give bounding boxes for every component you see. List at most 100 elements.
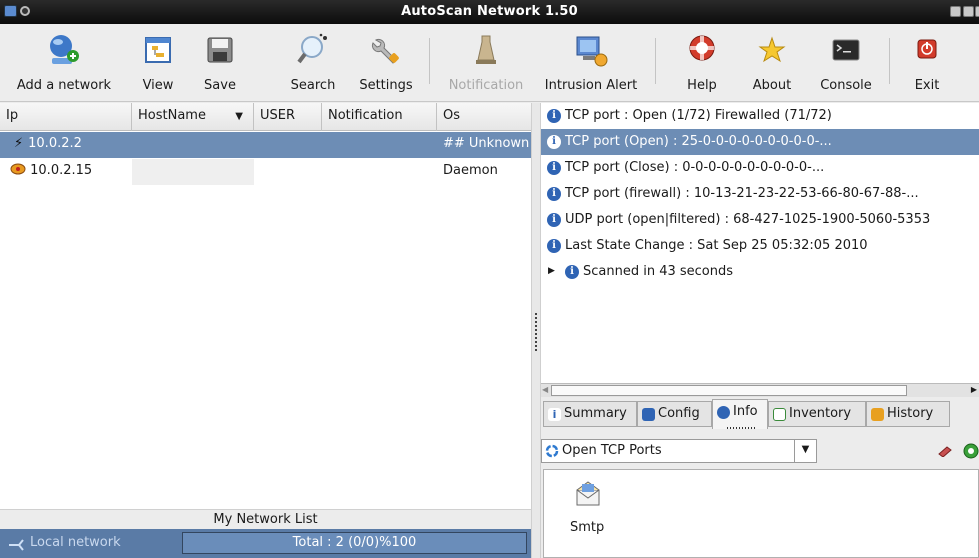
title-bar: AutoScan Network 1.50: [0, 0, 979, 24]
toolbar-separator: [889, 38, 890, 84]
daemon-icon: [10, 163, 26, 175]
focus-indicator: [727, 427, 757, 429]
port-service-label[interactable]: Smtp: [570, 520, 604, 535]
about-button[interactable]: About: [744, 24, 800, 102]
ports-type-select[interactable]: Open TCP Ports ▼: [541, 439, 817, 463]
console-button[interactable]: Console: [810, 24, 882, 102]
toolbar-separator: [429, 38, 430, 84]
config-icon: [642, 408, 655, 421]
info-icon: i: [547, 161, 561, 175]
host-notification: [322, 132, 437, 158]
host-hostname: [132, 159, 254, 185]
scroll-right-icon[interactable]: ▶: [971, 385, 977, 394]
clear-icon[interactable]: [937, 445, 953, 457]
about-icon: [758, 36, 786, 63]
network-list-title: My Network List: [0, 509, 531, 529]
info-item[interactable]: i UDP port (open|filtered) : 68-427-1025…: [541, 207, 979, 233]
inventory-icon: [773, 408, 786, 421]
info-icon: i: [547, 109, 561, 123]
status-bar: Local network Total : 2 (0/0)%100: [0, 529, 531, 558]
column-header-hostname[interactable]: HostName ▼: [132, 103, 254, 131]
info-icon: i: [547, 213, 561, 227]
ports-type-value: Open TCP Ports: [562, 443, 662, 458]
intrusion-alert-button[interactable]: Intrusion Alert: [538, 24, 644, 102]
info-item[interactable]: i TCP port (Close) : 0-0-0-0-0-0-0-0-0-0…: [541, 155, 979, 181]
sort-arrow-icon: ▼: [235, 111, 243, 122]
exit-icon: [917, 39, 937, 59]
maximize-icon[interactable]: [963, 6, 974, 17]
view-label: View: [142, 78, 174, 93]
close-icon[interactable]: [975, 6, 979, 17]
exit-button[interactable]: Exit: [905, 24, 949, 102]
ports-refresh-icon: [545, 444, 559, 458]
mail-icon[interactable]: [574, 480, 602, 508]
add-network-icon: [50, 35, 79, 64]
settings-button[interactable]: Settings: [348, 24, 424, 102]
add-network-label: Add a network: [16, 78, 112, 93]
info-item-expandable[interactable]: ▶ i Scanned in 43 seconds: [541, 259, 979, 285]
view-icon: [145, 37, 171, 63]
intrusion-alert-icon: [576, 36, 608, 67]
minimize-icon[interactable]: [950, 6, 961, 17]
help-icon: [689, 35, 715, 61]
host-user: [254, 159, 322, 185]
column-header-notification[interactable]: Notification: [322, 103, 437, 131]
settings-icon: [371, 38, 399, 64]
info-icon: i: [547, 135, 561, 149]
toolbar-separator: [655, 38, 656, 84]
host-ip: 10.0.2.2: [28, 136, 82, 151]
column-header-user[interactable]: USER: [254, 103, 322, 131]
chevron-down-icon[interactable]: ▼: [794, 440, 816, 462]
host-notification: [322, 159, 437, 185]
search-button[interactable]: Search: [282, 24, 344, 102]
search-label: Search: [290, 78, 336, 93]
info-icon: i: [565, 265, 579, 279]
host-row[interactable]: ⚡ 10.0.2.2 ## Unknown: [0, 132, 531, 158]
reload-icon[interactable]: [963, 443, 979, 459]
host-table-header: Ip HostName ▼ USER Notification Os: [0, 103, 531, 131]
pane-splitter[interactable]: [531, 103, 541, 558]
save-icon: [207, 37, 233, 63]
tab-info[interactable]: Info: [712, 399, 768, 429]
notification-button[interactable]: Notification: [438, 24, 534, 102]
column-header-os[interactable]: Os: [437, 103, 531, 131]
info-item[interactable]: i TCP port (Open) : 25-0-0-0-0-0-0-0-0-0…: [541, 129, 979, 155]
host-list-pane: Ip HostName ▼ USER Notification Os ⚡ 10.…: [0, 103, 531, 558]
info-item[interactable]: i TCP port : Open (1/72) Firewalled (71/…: [541, 103, 979, 129]
info-item[interactable]: i TCP port (firewall) : 10-13-21-23-22-5…: [541, 181, 979, 207]
notification-label: Notification: [448, 78, 524, 93]
router-icon: ⚡: [14, 136, 24, 151]
tab-history[interactable]: History: [866, 401, 950, 427]
info-item[interactable]: i Last State Change : Sat Sep 25 05:32:0…: [541, 233, 979, 259]
save-button[interactable]: Save: [194, 24, 246, 102]
splitter-grip-icon: [535, 313, 537, 353]
details-tabs: i Summary Config Info Inventory History: [541, 399, 979, 429]
intrusion-alert-label: Intrusion Alert: [544, 78, 638, 93]
scroll-left-icon[interactable]: ◀: [542, 385, 548, 394]
column-header-ip[interactable]: Ip: [0, 103, 132, 131]
host-row[interactable]: 10.0.2.15 Daemon: [0, 159, 531, 185]
view-button[interactable]: View: [134, 24, 182, 102]
horizontal-scrollbar[interactable]: ◀ ▶: [541, 383, 979, 397]
main-toolbar: Add a network View Save Search Settings: [0, 24, 979, 102]
local-network-label[interactable]: Local network: [30, 535, 121, 550]
tab-summary[interactable]: i Summary: [543, 401, 637, 427]
console-icon: [832, 39, 860, 61]
help-label: Help: [687, 78, 717, 93]
tab-config[interactable]: Config: [637, 401, 712, 427]
host-os: Daemon: [443, 163, 498, 178]
info-icon: i: [547, 187, 561, 201]
host-user: [254, 132, 322, 158]
scrollbar-thumb[interactable]: [551, 385, 907, 396]
notification-icon: [476, 35, 496, 64]
total-hosts-indicator: Total : 2 (0/0)%100: [182, 532, 527, 554]
local-network-icon: [9, 539, 24, 551]
details-pane: i TCP port : Open (1/72) Firewalled (71/…: [541, 103, 979, 558]
search-icon: [297, 33, 327, 64]
add-network-button[interactable]: Add a network: [6, 24, 122, 102]
info-icon: i: [547, 239, 561, 253]
ports-icon-view: Smtp: [543, 469, 979, 558]
tab-inventory[interactable]: Inventory: [768, 401, 866, 427]
expander-arrow-icon[interactable]: ▶: [548, 266, 555, 276]
help-button[interactable]: Help: [678, 24, 726, 102]
